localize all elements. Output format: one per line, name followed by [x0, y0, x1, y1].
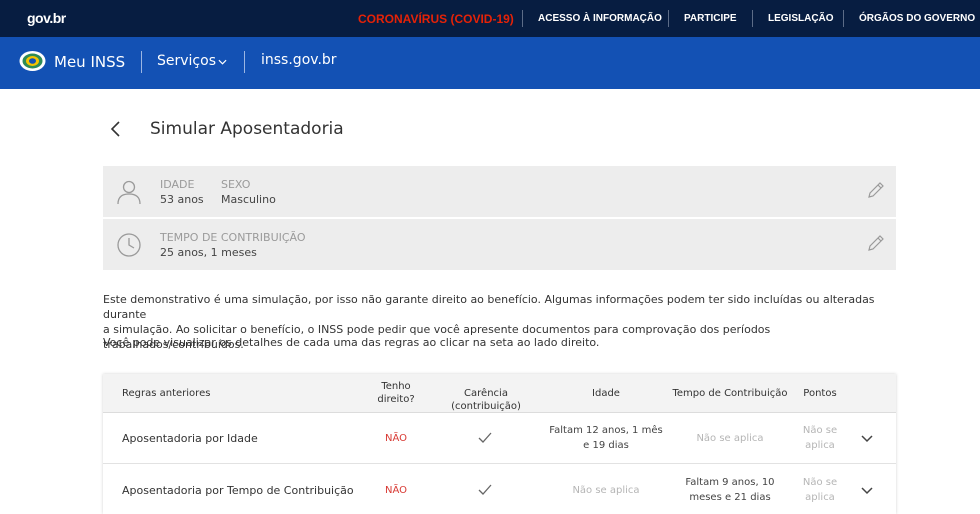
- chevron-down-icon[interactable]: [861, 434, 873, 444]
- servicos-menu[interactable]: Serviços: [157, 53, 216, 69]
- direito-status: NÃO: [384, 485, 408, 496]
- header-tenho-direito: Tenho direito?: [371, 380, 421, 406]
- user-icon: [117, 180, 141, 205]
- idade-value: 53 anos: [160, 193, 204, 206]
- govbr-logo[interactable]: gov.br: [27, 10, 66, 26]
- pontos-line1: Não se: [802, 477, 838, 488]
- nav-participe[interactable]: PARTICIPE: [684, 0, 737, 37]
- header-idade: Idade: [592, 388, 620, 399]
- tempo-status: Faltam 9 anos, 10 meses e 21 dias: [670, 475, 790, 505]
- covid-link[interactable]: CORONAVÍRUS (COVID-19): [358, 12, 514, 26]
- profile-age-sex-card: IDADE 53 anos SEXO Masculino: [103, 166, 896, 217]
- idade-status-line2: e 19 dias: [583, 440, 629, 451]
- app-header: Meu INSS Serviços inss.gov.br: [0, 37, 980, 89]
- inss-logo-icon[interactable]: [19, 50, 46, 72]
- header-tenho-line2: direito?: [377, 394, 415, 405]
- profile-contribution-card: TEMPO DE CONTRIBUIÇÃO 25 anos, 1 meses: [103, 219, 896, 270]
- chevron-down-icon[interactable]: [861, 486, 873, 496]
- nav-legislacao[interactable]: LEGISLAÇÃO: [768, 0, 834, 37]
- idade-status: Não se aplica: [572, 485, 640, 496]
- app-title[interactable]: Meu INSS: [54, 53, 125, 71]
- divider: [843, 10, 844, 27]
- divider: [141, 51, 142, 73]
- pontos-line2: aplica: [805, 440, 835, 451]
- idade-label: IDADE: [160, 178, 195, 191]
- header-carencia: Carência (contribuição): [451, 388, 521, 412]
- edit-pencil-icon[interactable]: [866, 233, 886, 253]
- back-arrow-icon[interactable]: [108, 119, 124, 139]
- divider: [244, 51, 245, 73]
- table-header: Regras anteriores Tenho direito? Carênci…: [103, 374, 896, 413]
- page-title: Simular Aposentadoria: [150, 119, 344, 139]
- tempo-contribuicao-label: TEMPO DE CONTRIBUIÇÃO: [160, 231, 306, 244]
- check-icon: [478, 432, 492, 443]
- chevron-down-icon[interactable]: [218, 59, 227, 65]
- divider: [752, 10, 753, 27]
- idade-status-line1: Faltam 12 anos, 1 mês: [549, 425, 663, 436]
- gov-top-bar: gov.br CORONAVÍRUS (COVID-19) ACESSO À I…: [0, 0, 980, 37]
- pontos-line2: aplica: [805, 492, 835, 503]
- idade-status: Faltam 12 anos, 1 mês e 19 dias: [546, 423, 666, 453]
- tempo-contribuicao-value: 25 anos, 1 meses: [160, 246, 257, 259]
- header-pontos: Pontos: [803, 388, 837, 399]
- check-icon: [478, 484, 492, 495]
- divider: [522, 10, 523, 27]
- pontos-status: Não se aplica: [794, 423, 846, 453]
- table-row[interactable]: Aposentadoria por Tempo de Contribuição …: [103, 464, 896, 514]
- tempo-status-line2: meses e 21 dias: [689, 492, 771, 503]
- inss-site-link[interactable]: inss.gov.br: [261, 52, 337, 68]
- header-tempo-contribuicao: Tempo de Contribuição: [672, 388, 788, 399]
- direito-status: NÃO: [384, 433, 408, 444]
- sexo-value: Masculino: [221, 193, 276, 206]
- disclaimer-line-1: Este demonstrativo é uma simulação, por …: [103, 293, 875, 321]
- divider: [668, 10, 669, 27]
- pontos-status: Não se aplica: [794, 475, 846, 505]
- clock-icon: [117, 233, 141, 257]
- nav-acesso-informacao[interactable]: ACESSO À INFORMAÇÃO: [538, 0, 662, 37]
- nav-orgaos-governo[interactable]: ÓRGÃOS DO GOVERNO: [859, 0, 975, 37]
- pontos-line1: Não se: [802, 425, 838, 436]
- tempo-status: Não se aplica: [696, 433, 764, 444]
- rule-name: Aposentadoria por Idade: [122, 432, 258, 445]
- header-tenho-line1: Tenho: [381, 381, 411, 392]
- tempo-status-line1: Faltam 9 anos, 10: [685, 477, 775, 488]
- table-row[interactable]: Aposentadoria por Idade NÃO Faltam 12 an…: [103, 413, 896, 464]
- rules-table: Regras anteriores Tenho direito? Carênci…: [103, 374, 896, 514]
- rule-name: Aposentadoria por Tempo de Contribuição: [122, 484, 354, 497]
- edit-pencil-icon[interactable]: [866, 180, 886, 200]
- sexo-label: SEXO: [221, 178, 251, 191]
- details-hint-text: Você pode visualizar os detalhes de cada…: [103, 336, 600, 349]
- header-regras: Regras anteriores: [122, 388, 211, 399]
